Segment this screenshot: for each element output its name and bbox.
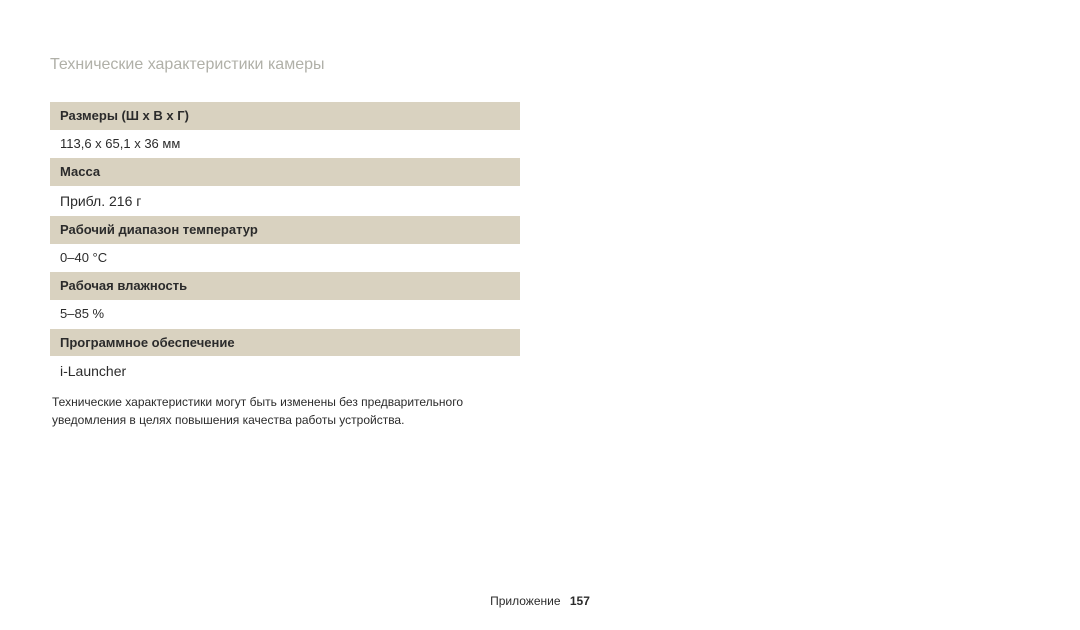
spec-value-software: i-Launcher <box>50 356 520 386</box>
spec-header-dimensions: Размеры (Ш х В х Г) <box>50 102 520 130</box>
page-footer: Приложение 157 <box>0 594 1080 608</box>
footnote: Технические характеристики могут быть из… <box>50 393 520 429</box>
footer-page-number: 157 <box>570 594 590 608</box>
spec-value-mass: Прибл. 216 г <box>50 186 520 216</box>
spec-value-humidity: 5–85 % <box>50 300 520 329</box>
spec-table: Размеры (Ш х В х Г) 113,6 x 65,1 x 36 мм… <box>50 102 520 387</box>
spec-header-software: Программное обеспечение <box>50 329 520 357</box>
page-title: Технические характеристики камеры <box>50 56 1030 74</box>
page-content: Технические характеристики камеры Размер… <box>0 0 1080 429</box>
spec-header-mass: Масса <box>50 158 520 186</box>
footer-section: Приложение <box>490 594 560 608</box>
spec-value-temp: 0–40 °C <box>50 244 520 273</box>
spec-value-dimensions: 113,6 x 65,1 x 36 мм <box>50 130 520 159</box>
spec-header-humidity: Рабочая влажность <box>50 272 520 300</box>
spec-header-temp: Рабочий диапазон температур <box>50 216 520 244</box>
